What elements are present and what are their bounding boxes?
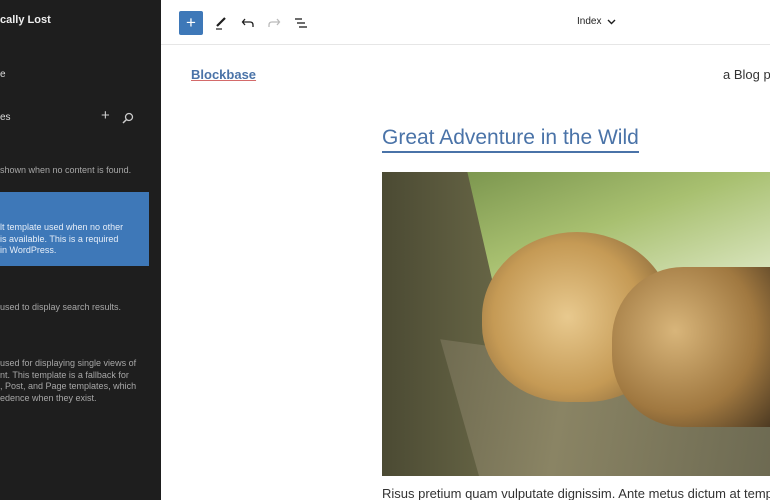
undo-button[interactable] (236, 11, 260, 35)
template-description: shown when no content is found. (0, 165, 132, 175)
search-icon[interactable] (122, 112, 134, 124)
site-title[interactable]: cally Lost (0, 14, 51, 27)
leopard-body (612, 267, 770, 427)
pencil-icon (216, 17, 226, 30)
template-name: Index (577, 16, 602, 27)
redo-icon (268, 18, 281, 27)
editor-canvas: + Index Blockbase a Blog p Great Adventu… (161, 0, 770, 500)
nav-item[interactable]: e (0, 69, 6, 81)
post-excerpt: Risus pretium quam vulputate dignissim. … (382, 486, 770, 500)
section-title: es (0, 112, 11, 123)
template-item[interactable]: used for displaying single views of nt. … (0, 358, 150, 404)
tools-button[interactable] (209, 11, 233, 35)
list-view-button[interactable] (289, 11, 313, 35)
undo-icon (241, 18, 254, 27)
template-description: in WordPress. (0, 245, 57, 255)
template-description: edence when they exist. (0, 392, 97, 403)
template-item[interactable]: shown when no content is found. (0, 165, 150, 177)
template-item[interactable]: used to display search results. (0, 302, 150, 314)
template-selector[interactable]: Index (577, 16, 616, 27)
redo-button[interactable] (262, 11, 286, 35)
site-tagline[interactable]: a Blog p (723, 67, 770, 82)
site-name[interactable]: Blockbase (191, 67, 256, 82)
featured-image[interactable] (382, 172, 770, 476)
template-description: is available. This is a required (0, 233, 119, 244)
template-item-active[interactable]: lt template used when no other is availa… (0, 192, 149, 266)
template-description: , Post, and Page templates, which (0, 381, 137, 391)
template-description: nt. This template is a fallback for (0, 369, 129, 380)
template-description: lt template used when no other (0, 222, 124, 232)
editor-toolbar: + Index (161, 0, 770, 45)
template-description: used to display search results. (0, 302, 122, 312)
add-block-button[interactable]: + (179, 11, 203, 35)
chevron-down-icon (607, 19, 616, 24)
plus-icon: + (186, 13, 196, 32)
template-description: used for displaying single views of (0, 358, 137, 368)
add-template-button[interactable]: + (101, 108, 110, 122)
list-view-icon (295, 18, 307, 28)
template-sidebar: cally Lost e es + shown when no content … (0, 0, 161, 500)
post-title[interactable]: Great Adventure in the Wild (382, 126, 639, 153)
